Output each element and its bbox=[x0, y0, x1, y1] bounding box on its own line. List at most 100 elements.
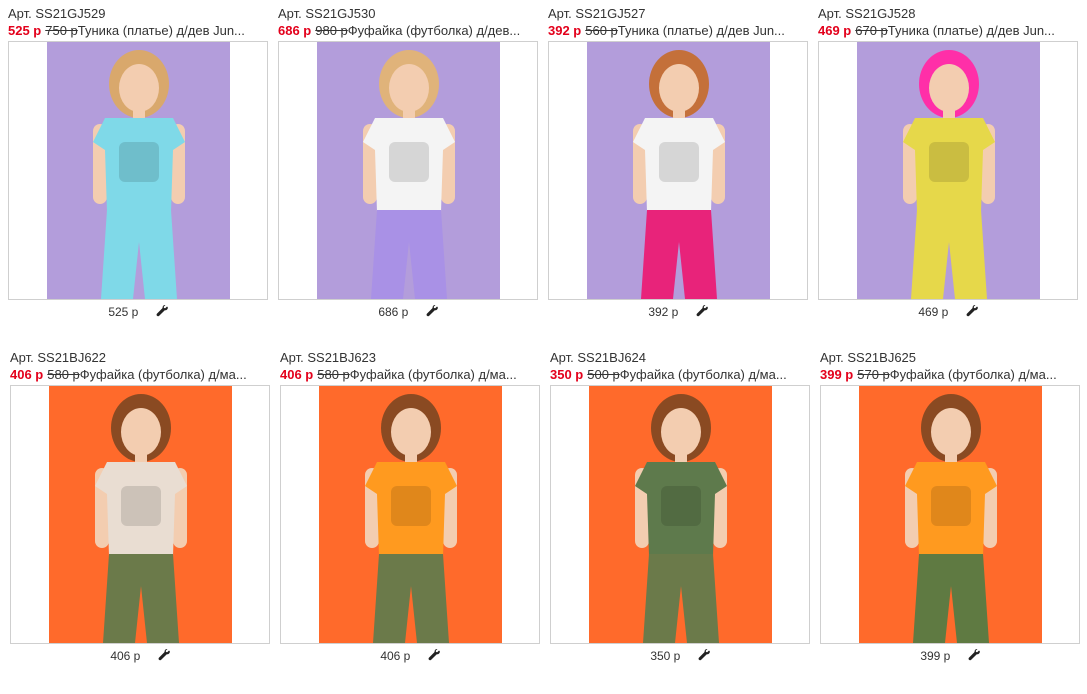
face bbox=[661, 408, 701, 456]
product-card: Арт. SS21GJ527 392 р 560 рТуника (платье)… bbox=[548, 6, 810, 319]
card-footer: 392 р bbox=[548, 304, 808, 320]
footer-price: 406 р bbox=[110, 649, 141, 663]
neck bbox=[675, 452, 687, 462]
product-title: Фуфайка (футболка) д/ма... bbox=[889, 367, 1057, 382]
card-footer: 469 р bbox=[818, 304, 1078, 320]
old-price: 560 р bbox=[585, 23, 618, 38]
old-price: 500 р bbox=[587, 367, 620, 382]
face bbox=[659, 64, 699, 112]
product-title: Фуфайка (футболка) д/дев... bbox=[347, 23, 521, 38]
face bbox=[389, 64, 429, 112]
sale-price: 469 р bbox=[818, 23, 852, 38]
sale-price: 392 р bbox=[548, 23, 582, 38]
old-price: 580 р bbox=[47, 367, 80, 382]
face bbox=[121, 408, 161, 456]
product-photo bbox=[587, 42, 770, 299]
product-card: Арт. SS21GJ530 686 р 980 рФуфайка (футбол… bbox=[278, 6, 540, 319]
product-title: Туника (платье) д/дев Jun... bbox=[77, 23, 245, 38]
wrench-icon[interactable] bbox=[968, 649, 980, 661]
sale-price: 399 р bbox=[820, 367, 854, 382]
product-title-line[interactable]: 525 р 750 рТуника (платье) д/дев Jun... bbox=[8, 22, 266, 40]
face bbox=[929, 64, 969, 112]
wrench-icon[interactable] bbox=[966, 305, 978, 317]
product-title-line[interactable]: 686 р 980 рФуфайка (футболка) д/дев... bbox=[278, 22, 536, 40]
product-title: Фуфайка (футболка) д/ма... bbox=[349, 367, 517, 382]
sale-price: 686 р bbox=[278, 23, 312, 38]
wrench-icon[interactable] bbox=[428, 649, 440, 661]
sale-price: 406 р bbox=[10, 367, 44, 382]
garment-print bbox=[929, 142, 969, 182]
wrench-icon[interactable] bbox=[696, 305, 708, 317]
product-image-frame[interactable] bbox=[10, 385, 270, 644]
product-title-line[interactable]: 406 р 580 рФуфайка (футболка) д/ма... bbox=[10, 366, 268, 384]
article-number: Арт. SS21BJ623 bbox=[280, 350, 377, 365]
card-footer: 406 р bbox=[10, 648, 270, 664]
old-price: 570 р bbox=[857, 367, 890, 382]
article-number: Арт. SS21GJ529 bbox=[8, 6, 106, 21]
face bbox=[119, 64, 159, 112]
card-footer: 350 р bbox=[550, 648, 810, 664]
product-card: Арт. SS21GJ528 469 р 670 рТуника (платье)… bbox=[818, 6, 1080, 319]
sale-price: 350 р bbox=[550, 367, 584, 382]
product-title: Фуфайка (футболка) д/ма... bbox=[619, 367, 787, 382]
product-card: Арт. SS21BJ625 399 р 570 рФуфайка (футбол… bbox=[820, 350, 1082, 663]
garment-print bbox=[391, 486, 431, 526]
product-image-frame[interactable] bbox=[280, 385, 540, 644]
neck bbox=[135, 452, 147, 462]
product-image-frame[interactable] bbox=[8, 41, 268, 300]
neck bbox=[133, 108, 145, 118]
old-price: 670 р bbox=[855, 23, 888, 38]
product-card: Арт. SS21GJ529 525 р 750 рТуника (платье)… bbox=[8, 6, 270, 319]
sale-price: 406 р bbox=[280, 367, 314, 382]
footer-price: 399 р bbox=[920, 649, 951, 663]
product-image-frame[interactable] bbox=[820, 385, 1080, 644]
product-photo bbox=[49, 386, 232, 643]
card-footer: 406 р bbox=[280, 648, 540, 664]
card-footer: 525 р bbox=[8, 304, 268, 320]
sale-price: 525 р bbox=[8, 23, 42, 38]
product-card: Арт. SS21BJ624 350 р 500 рФуфайка (футбол… bbox=[550, 350, 812, 663]
neck bbox=[403, 108, 415, 118]
old-price: 580 р bbox=[317, 367, 350, 382]
wrench-icon[interactable] bbox=[156, 305, 168, 317]
wrench-icon[interactable] bbox=[698, 649, 710, 661]
product-image-frame[interactable] bbox=[278, 41, 538, 300]
product-title: Туника (платье) д/дев Jun... bbox=[617, 23, 785, 38]
garment-print bbox=[661, 486, 701, 526]
neck bbox=[945, 452, 957, 462]
product-title: Туника (платье) д/дев Jun... bbox=[887, 23, 1055, 38]
product-title-line[interactable]: 350 р 500 рФуфайка (футболка) д/ма... bbox=[550, 366, 808, 384]
product-title-line[interactable]: 399 р 570 рФуфайка (футболка) д/ма... bbox=[820, 366, 1078, 384]
footer-price: 406 р bbox=[380, 649, 411, 663]
article-number: Арт. SS21GJ528 bbox=[818, 6, 916, 21]
article-number: Арт. SS21GJ527 bbox=[548, 6, 646, 21]
garment-print bbox=[659, 142, 699, 182]
product-card: Арт. SS21BJ623 406 р 580 рФуфайка (футбол… bbox=[280, 350, 542, 663]
product-photo bbox=[859, 386, 1042, 643]
footer-price: 392 р bbox=[648, 305, 679, 319]
wrench-icon[interactable] bbox=[158, 649, 170, 661]
card-footer: 686 р bbox=[278, 304, 538, 320]
footer-price: 525 р bbox=[108, 305, 139, 319]
product-photo bbox=[589, 386, 772, 643]
garment-print bbox=[389, 142, 429, 182]
product-photo bbox=[857, 42, 1040, 299]
garment-print bbox=[119, 142, 159, 182]
garment-print bbox=[931, 486, 971, 526]
face bbox=[391, 408, 431, 456]
wrench-icon[interactable] bbox=[426, 305, 438, 317]
neck bbox=[943, 108, 955, 118]
product-image-frame[interactable] bbox=[818, 41, 1078, 300]
product-image-frame[interactable] bbox=[548, 41, 808, 300]
product-title-line[interactable]: 469 р 670 рТуника (платье) д/дев Jun... bbox=[818, 22, 1076, 40]
product-photo bbox=[317, 42, 500, 299]
footer-price: 686 р bbox=[378, 305, 409, 319]
product-card: Арт. SS21BJ622 406 р 580 рФуфайка (футбол… bbox=[10, 350, 272, 663]
product-photo bbox=[319, 386, 502, 643]
product-title-line[interactable]: 392 р 560 рТуника (платье) д/дев Jun... bbox=[548, 22, 806, 40]
product-image-frame[interactable] bbox=[550, 385, 810, 644]
old-price: 750 р bbox=[45, 23, 78, 38]
old-price: 980 р bbox=[315, 23, 348, 38]
footer-price: 469 р bbox=[918, 305, 949, 319]
product-title-line[interactable]: 406 р 580 рФуфайка (футболка) д/ма... bbox=[280, 366, 538, 384]
